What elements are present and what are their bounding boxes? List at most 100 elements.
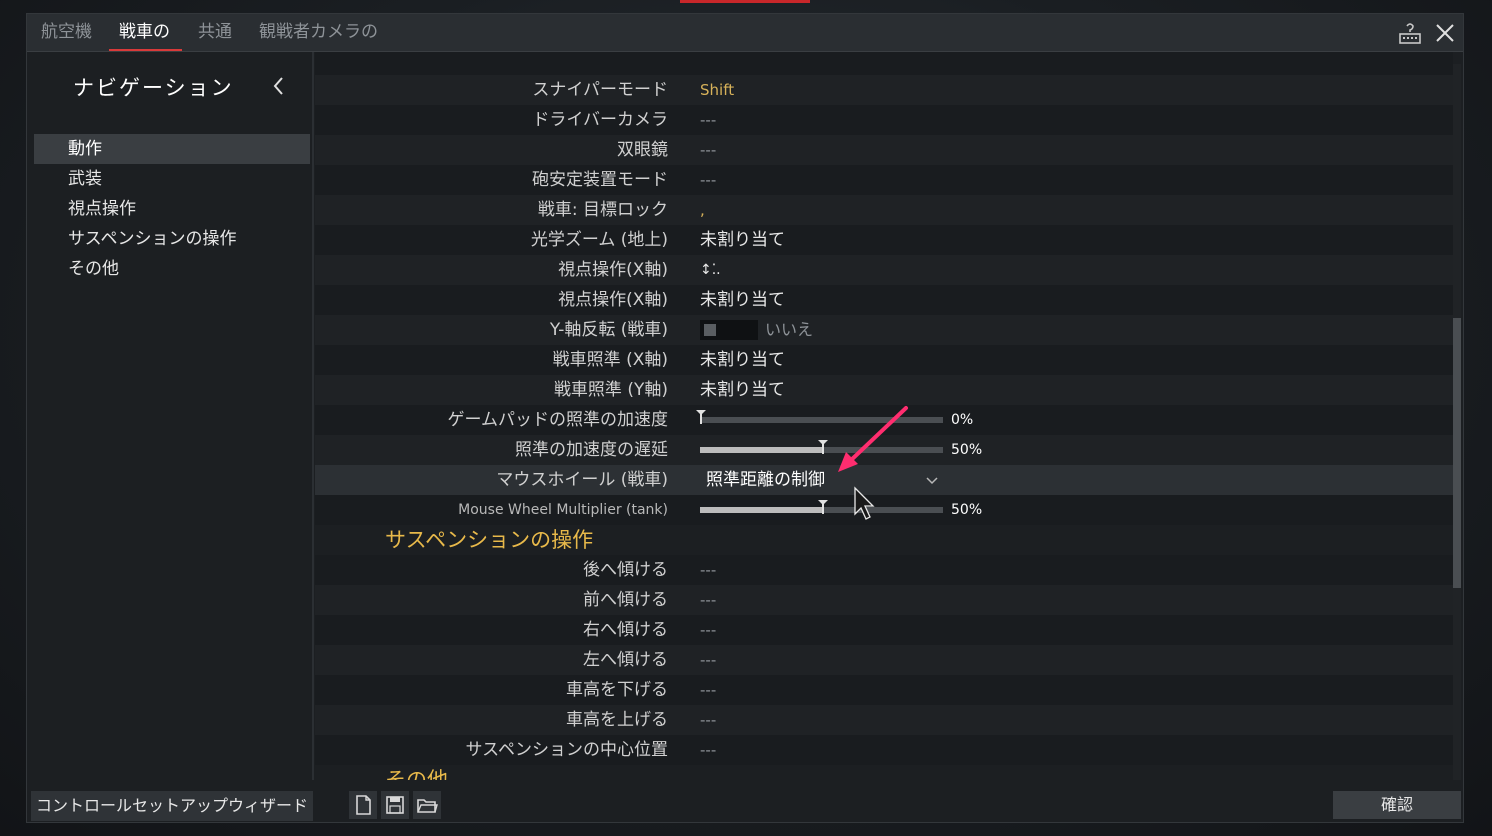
row-label: Mouse Wheel Multiplier (tank) <box>458 502 668 518</box>
new-file-icon[interactable] <box>349 791 377 819</box>
row-label: 視点操作(X軸) <box>558 290 668 310</box>
list-item[interactable]: サスペンションの中心位置 --- <box>315 735 1453 765</box>
row-value: 未割り当て <box>700 290 785 310</box>
list-item[interactable]: 戦車照準 (X軸) 未割り当て <box>315 345 1453 375</box>
chevron-left-icon[interactable] <box>267 72 291 100</box>
row-label: マウスホイール (戦車) <box>496 470 668 490</box>
list-item[interactable]: 視点操作(X軸) ↕⁚. <box>315 255 1453 285</box>
row-value: --- <box>700 141 717 159</box>
list-item[interactable]: 光学ズーム (地上) 未割り当て <box>315 225 1453 255</box>
row-label: 光学ズーム (地上) <box>530 230 668 250</box>
list-item[interactable]: 照準の加速度の遅延 50% <box>315 435 1453 465</box>
slider-handle[interactable] <box>817 500 828 514</box>
gamepad-acceleration-slider[interactable] <box>696 410 943 424</box>
acceleration-delay-slider[interactable] <box>700 440 943 454</box>
sidebar-item-actions[interactable]: 動作 <box>34 134 310 164</box>
list-item[interactable]: 右へ傾ける --- <box>315 615 1453 645</box>
confirm-button[interactable]: 確認 <box>1333 791 1461 819</box>
keyboard-help-icon[interactable] <box>1397 20 1423 46</box>
navigation-title: ナビゲーション <box>73 76 234 100</box>
row-label: 砲安定装置モード <box>532 170 668 190</box>
row-label: 双眼鏡 <box>617 140 668 160</box>
section-header-suspension: サスペンションの操作 <box>385 528 594 552</box>
list-item[interactable]: 左へ傾ける --- <box>315 645 1453 675</box>
row-label: 車高を下げる <box>566 680 668 700</box>
sidebar-item-suspension[interactable]: サスペンションの操作 <box>34 224 310 254</box>
invert-y-toggle[interactable] <box>700 320 758 340</box>
mouse-wheel-dropdown[interactable]: 照準距離の制御 <box>700 465 943 495</box>
list-item[interactable]: Y-軸反転 (戦車) いいえ <box>315 315 1453 345</box>
list-item[interactable]: Mouse Wheel Multiplier (tank) 50% <box>315 495 1453 525</box>
toggle-checkbox <box>704 324 716 336</box>
settings-scrollbar[interactable] <box>1453 64 1461 780</box>
tab-bar: 航空機 戦車の 共通 観戦者カメラの <box>27 14 1463 52</box>
list-item[interactable]: ドライバーカメラ --- <box>315 105 1453 135</box>
section-header-other: その他 <box>385 768 448 780</box>
bottom-toolbar: コントロールセットアップウィザード 確認 <box>27 784 1463 824</box>
sidebar-item-weapons[interactable]: 武装 <box>34 164 310 194</box>
list-item[interactable]: 戦車照準 (Y軸) 未割り当て <box>315 375 1453 405</box>
row-value: --- <box>700 171 717 189</box>
mouse-wheel-multiplier-slider[interactable] <box>700 500 943 514</box>
row-value: --- <box>700 111 717 129</box>
list-item[interactable]: 車高を下げる --- <box>315 675 1453 705</box>
list-item[interactable]: 戦車: 目標ロック , <box>315 195 1453 225</box>
list-item[interactable]: ゲームパッドの照準の加速度 0% <box>315 405 1453 435</box>
controls-window: 航空機 戦車の 共通 観戦者カメラの ナビゲーション 動作 武装 視点操作 サス… <box>26 13 1464 823</box>
sidebar-item-other[interactable]: その他 <box>34 254 310 284</box>
row-value: --- <box>700 561 717 579</box>
row-label: 後へ傾ける <box>583 560 668 580</box>
row-label: Y-軸反転 (戦車) <box>549 320 668 340</box>
row-label: 左へ傾ける <box>583 650 668 670</box>
open-folder-icon[interactable] <box>413 791 441 819</box>
row-value: --- <box>700 591 717 609</box>
navigation-sidebar: ナビゲーション 動作 武装 視点操作 サスペンションの操作 その他 <box>27 52 314 780</box>
slider-value: 50% <box>951 502 983 518</box>
row-label: 照準の加速度の遅延 <box>515 440 668 460</box>
tab-aircraft[interactable]: 航空機 <box>41 14 92 51</box>
row-label: ゲームパッドの照準の加速度 <box>447 410 669 430</box>
row-label: サスペンションの中心位置 <box>465 740 668 760</box>
list-item[interactable]: 車高を上げる --- <box>315 705 1453 735</box>
list-item[interactable]: 前へ傾ける --- <box>315 585 1453 615</box>
row-label: 車高を上げる <box>566 710 668 730</box>
control-setup-wizard-button[interactable]: コントロールセットアップウィザード <box>31 791 314 821</box>
save-icon[interactable] <box>381 791 409 819</box>
close-icon[interactable] <box>1432 20 1458 46</box>
row-value: 未割り当て <box>700 380 785 400</box>
row-label: 視点操作(X軸) <box>558 260 668 280</box>
slider-value: 50% <box>951 442 983 458</box>
sidebar-item-view-control[interactable]: 視点操作 <box>34 194 310 224</box>
tab-common[interactable]: 共通 <box>198 14 232 51</box>
mouse-axis-value: ↕⁚. <box>700 262 721 278</box>
row-label: 前へ傾ける <box>583 590 668 610</box>
scrollbar-thumb[interactable] <box>1453 318 1461 588</box>
chevron-down-icon <box>926 477 938 485</box>
list-item[interactable]: スナイパーモード Shift <box>315 75 1453 105</box>
slider-handle[interactable] <box>696 410 706 424</box>
row-value: --- <box>700 681 717 699</box>
list-item[interactable]: 後へ傾ける --- <box>315 555 1453 585</box>
row-label: ドライバーカメラ <box>532 110 668 130</box>
slider-handle[interactable] <box>817 440 828 454</box>
slider-fill <box>700 447 822 453</box>
tab-tanks[interactable]: 戦車の <box>109 14 182 51</box>
row-value: 未割り当て <box>700 230 785 250</box>
tab-spectator-camera[interactable]: 観戦者カメラの <box>259 14 378 51</box>
slider-value: 0% <box>951 412 974 428</box>
row-value: , <box>700 201 705 219</box>
row-value: Shift <box>700 81 735 99</box>
list-item[interactable]: 視点操作(X軸) 未割り当て <box>315 285 1453 315</box>
row-label: 戦車照準 (X軸) <box>552 350 668 370</box>
list-item-selected[interactable]: マウスホイール (戦車) 照準距離の制御 <box>315 465 1453 495</box>
row-label: スナイパーモード <box>532 80 668 100</box>
row-label: 戦車: 目標ロック <box>537 200 668 220</box>
row-label: 戦車照準 (Y軸) <box>553 380 668 400</box>
dropdown-selected-value: 照準距離の制御 <box>706 470 825 490</box>
toggle-value: いいえ <box>765 320 814 339</box>
row-label: 右へ傾ける <box>583 620 668 640</box>
row-value: 未割り当て <box>700 350 785 370</box>
row-value: --- <box>700 621 717 639</box>
list-item[interactable]: 砲安定装置モード --- <box>315 165 1453 195</box>
list-item[interactable]: 双眼鏡 --- <box>315 135 1453 165</box>
